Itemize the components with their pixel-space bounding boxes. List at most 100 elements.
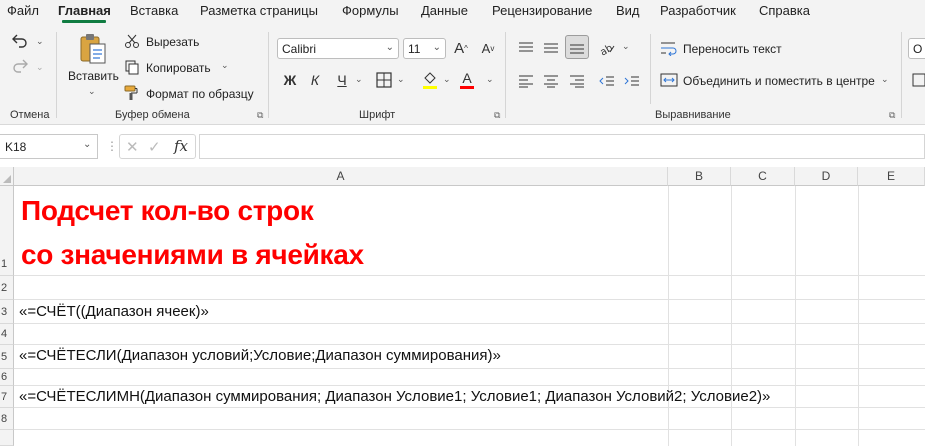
format-painter-button[interactable]: Формат по образцу: [146, 87, 254, 101]
ribbon-separator: [268, 32, 269, 118]
italic-button[interactable]: К: [306, 71, 324, 89]
font-name-combo[interactable]: Calibri ⌄: [277, 38, 399, 59]
undo-dropdown-icon[interactable]: ⌄: [36, 36, 44, 47]
menu-help[interactable]: Справка: [759, 3, 810, 18]
number-format-combo[interactable]: О: [908, 38, 925, 59]
row-header-3[interactable]: 3: [0, 300, 14, 324]
chevron-down-icon: ⌄: [83, 139, 92, 150]
cut-icon[interactable]: [124, 33, 140, 49]
menu-view[interactable]: Вид: [616, 3, 640, 18]
increase-indent-icon[interactable]: [622, 71, 642, 91]
cell-a1-heading-line1: Подсчет кол-во строк: [21, 195, 314, 226]
orientation-icon[interactable]: ab: [597, 38, 617, 58]
format-painter-icon[interactable]: [124, 85, 140, 101]
column-header-a[interactable]: A: [14, 167, 668, 186]
align-center-icon[interactable]: [541, 71, 561, 91]
fill-color-dropdown-icon[interactable]: ⌄: [443, 74, 451, 85]
gridline: [14, 429, 925, 430]
underline-dropdown-icon[interactable]: ⌄: [355, 74, 363, 85]
copy-button[interactable]: Копировать: [146, 61, 211, 75]
copy-icon[interactable]: [124, 59, 140, 75]
row-header-5[interactable]: 5: [0, 345, 14, 369]
insert-function-icon[interactable]: fx: [174, 137, 188, 155]
wrap-text-button[interactable]: Переносить текст: [683, 42, 782, 56]
menu-page-layout[interactable]: Разметка страницы: [200, 3, 318, 18]
underline-button[interactable]: Ч: [333, 71, 351, 89]
row-header-8[interactable]: 8: [0, 408, 14, 430]
paste-icon[interactable]: [78, 32, 108, 66]
undo-group-label: Отмена: [10, 109, 50, 121]
cell-a3[interactable]: «=СЧЁТ((Диапазон ячеек)»: [19, 303, 209, 320]
alignment-launcher-icon[interactable]: ⧉: [889, 110, 895, 121]
menu-data[interactable]: Данные: [421, 3, 468, 18]
clipboard-launcher-icon[interactable]: ⧉: [257, 110, 263, 121]
column-header-c[interactable]: C: [731, 167, 795, 186]
merge-center-button[interactable]: Объединить и поместить в центре: [683, 74, 875, 88]
row-header-7[interactable]: 7: [0, 386, 14, 408]
resize-handle-icon[interactable]: ⋮: [106, 139, 118, 153]
row-header-4[interactable]: 4: [0, 324, 14, 345]
font-color-dropdown-icon[interactable]: ⌄: [486, 74, 494, 85]
font-size-value: 11: [408, 42, 421, 56]
gridline: [14, 385, 925, 386]
gridline: [14, 344, 925, 345]
bold-button[interactable]: Ж: [281, 71, 299, 89]
redo-icon[interactable]: [10, 55, 30, 75]
formula-input[interactable]: [199, 134, 925, 159]
cell-a5[interactable]: «=СЧЁТЕСЛИ(Диапазон условий;Условие;Диап…: [19, 347, 501, 364]
gridline: [14, 275, 925, 276]
font-size-combo[interactable]: 11 ⌄: [403, 38, 446, 59]
name-box[interactable]: K18 ⌄: [0, 134, 98, 159]
column-header-b[interactable]: B: [668, 167, 731, 186]
decrease-font-icon[interactable]: Av: [478, 38, 498, 58]
select-all-corner[interactable]: [0, 167, 14, 186]
menu-home[interactable]: Главная: [58, 3, 111, 18]
cell-a1-heading-line2: со значениями в ячейках: [21, 239, 364, 270]
column-header-e[interactable]: E: [858, 167, 925, 186]
decrease-indent-icon[interactable]: [597, 71, 617, 91]
font-launcher-icon[interactable]: ⧉: [494, 110, 500, 121]
alignment-group-label: Выравнивание: [655, 109, 731, 121]
cancel-icon[interactable]: ✕: [126, 138, 139, 156]
column-header-d[interactable]: D: [795, 167, 858, 186]
chevron-down-icon: ⌄: [432, 42, 441, 53]
row-header-9[interactable]: [0, 430, 14, 446]
increase-font-icon[interactable]: A ^: [451, 38, 471, 58]
number-format-icon[interactable]: [912, 71, 925, 89]
number-format-value: О: [913, 42, 923, 56]
fill-color-icon[interactable]: [420, 70, 440, 90]
gridline: [14, 323, 925, 324]
align-bottom-icon[interactable]: [565, 35, 589, 59]
align-left-icon[interactable]: [516, 71, 536, 91]
confirm-icon[interactable]: ✓: [148, 138, 161, 156]
font-group-label: Шрифт: [359, 109, 396, 121]
merge-center-dropdown-icon[interactable]: ⌄: [881, 74, 889, 85]
gridline: [14, 407, 925, 408]
copy-dropdown-icon[interactable]: ⌄: [221, 60, 229, 71]
paste-dropdown-icon[interactable]: ⌄: [88, 86, 96, 97]
menu-review[interactable]: Рецензирование: [492, 3, 592, 18]
menu-file[interactable]: Файл: [7, 3, 39, 18]
gridline: [14, 299, 925, 300]
menu-insert[interactable]: Вставка: [130, 3, 178, 18]
undo-icon[interactable]: [10, 30, 30, 50]
orientation-dropdown-icon[interactable]: ⌄: [622, 41, 630, 52]
merge-center-icon[interactable]: [660, 71, 678, 89]
row-header-6[interactable]: 6: [0, 369, 14, 386]
row-header-2[interactable]: 2: [0, 276, 14, 300]
font-color-icon[interactable]: A: [458, 70, 476, 90]
borders-dropdown-icon[interactable]: ⌄: [397, 74, 405, 85]
borders-icon[interactable]: [375, 71, 393, 89]
wrap-text-icon[interactable]: [660, 39, 678, 57]
align-middle-icon[interactable]: [541, 38, 561, 58]
paste-button[interactable]: Вставить: [68, 69, 119, 83]
menu-formulas[interactable]: Формулы: [342, 3, 399, 18]
row-header-1[interactable]: 1: [0, 186, 14, 276]
align-top-icon[interactable]: [516, 38, 536, 58]
cell-a7[interactable]: «=СЧЁТЕСЛИМН(Диапазон суммирования; Диап…: [19, 388, 770, 405]
align-right-icon[interactable]: [567, 71, 587, 91]
ribbon-separator: [650, 34, 651, 104]
redo-dropdown-icon[interactable]: ⌄: [36, 62, 44, 73]
menu-developer[interactable]: Разработчик: [660, 3, 736, 18]
cut-button[interactable]: Вырезать: [146, 35, 199, 49]
